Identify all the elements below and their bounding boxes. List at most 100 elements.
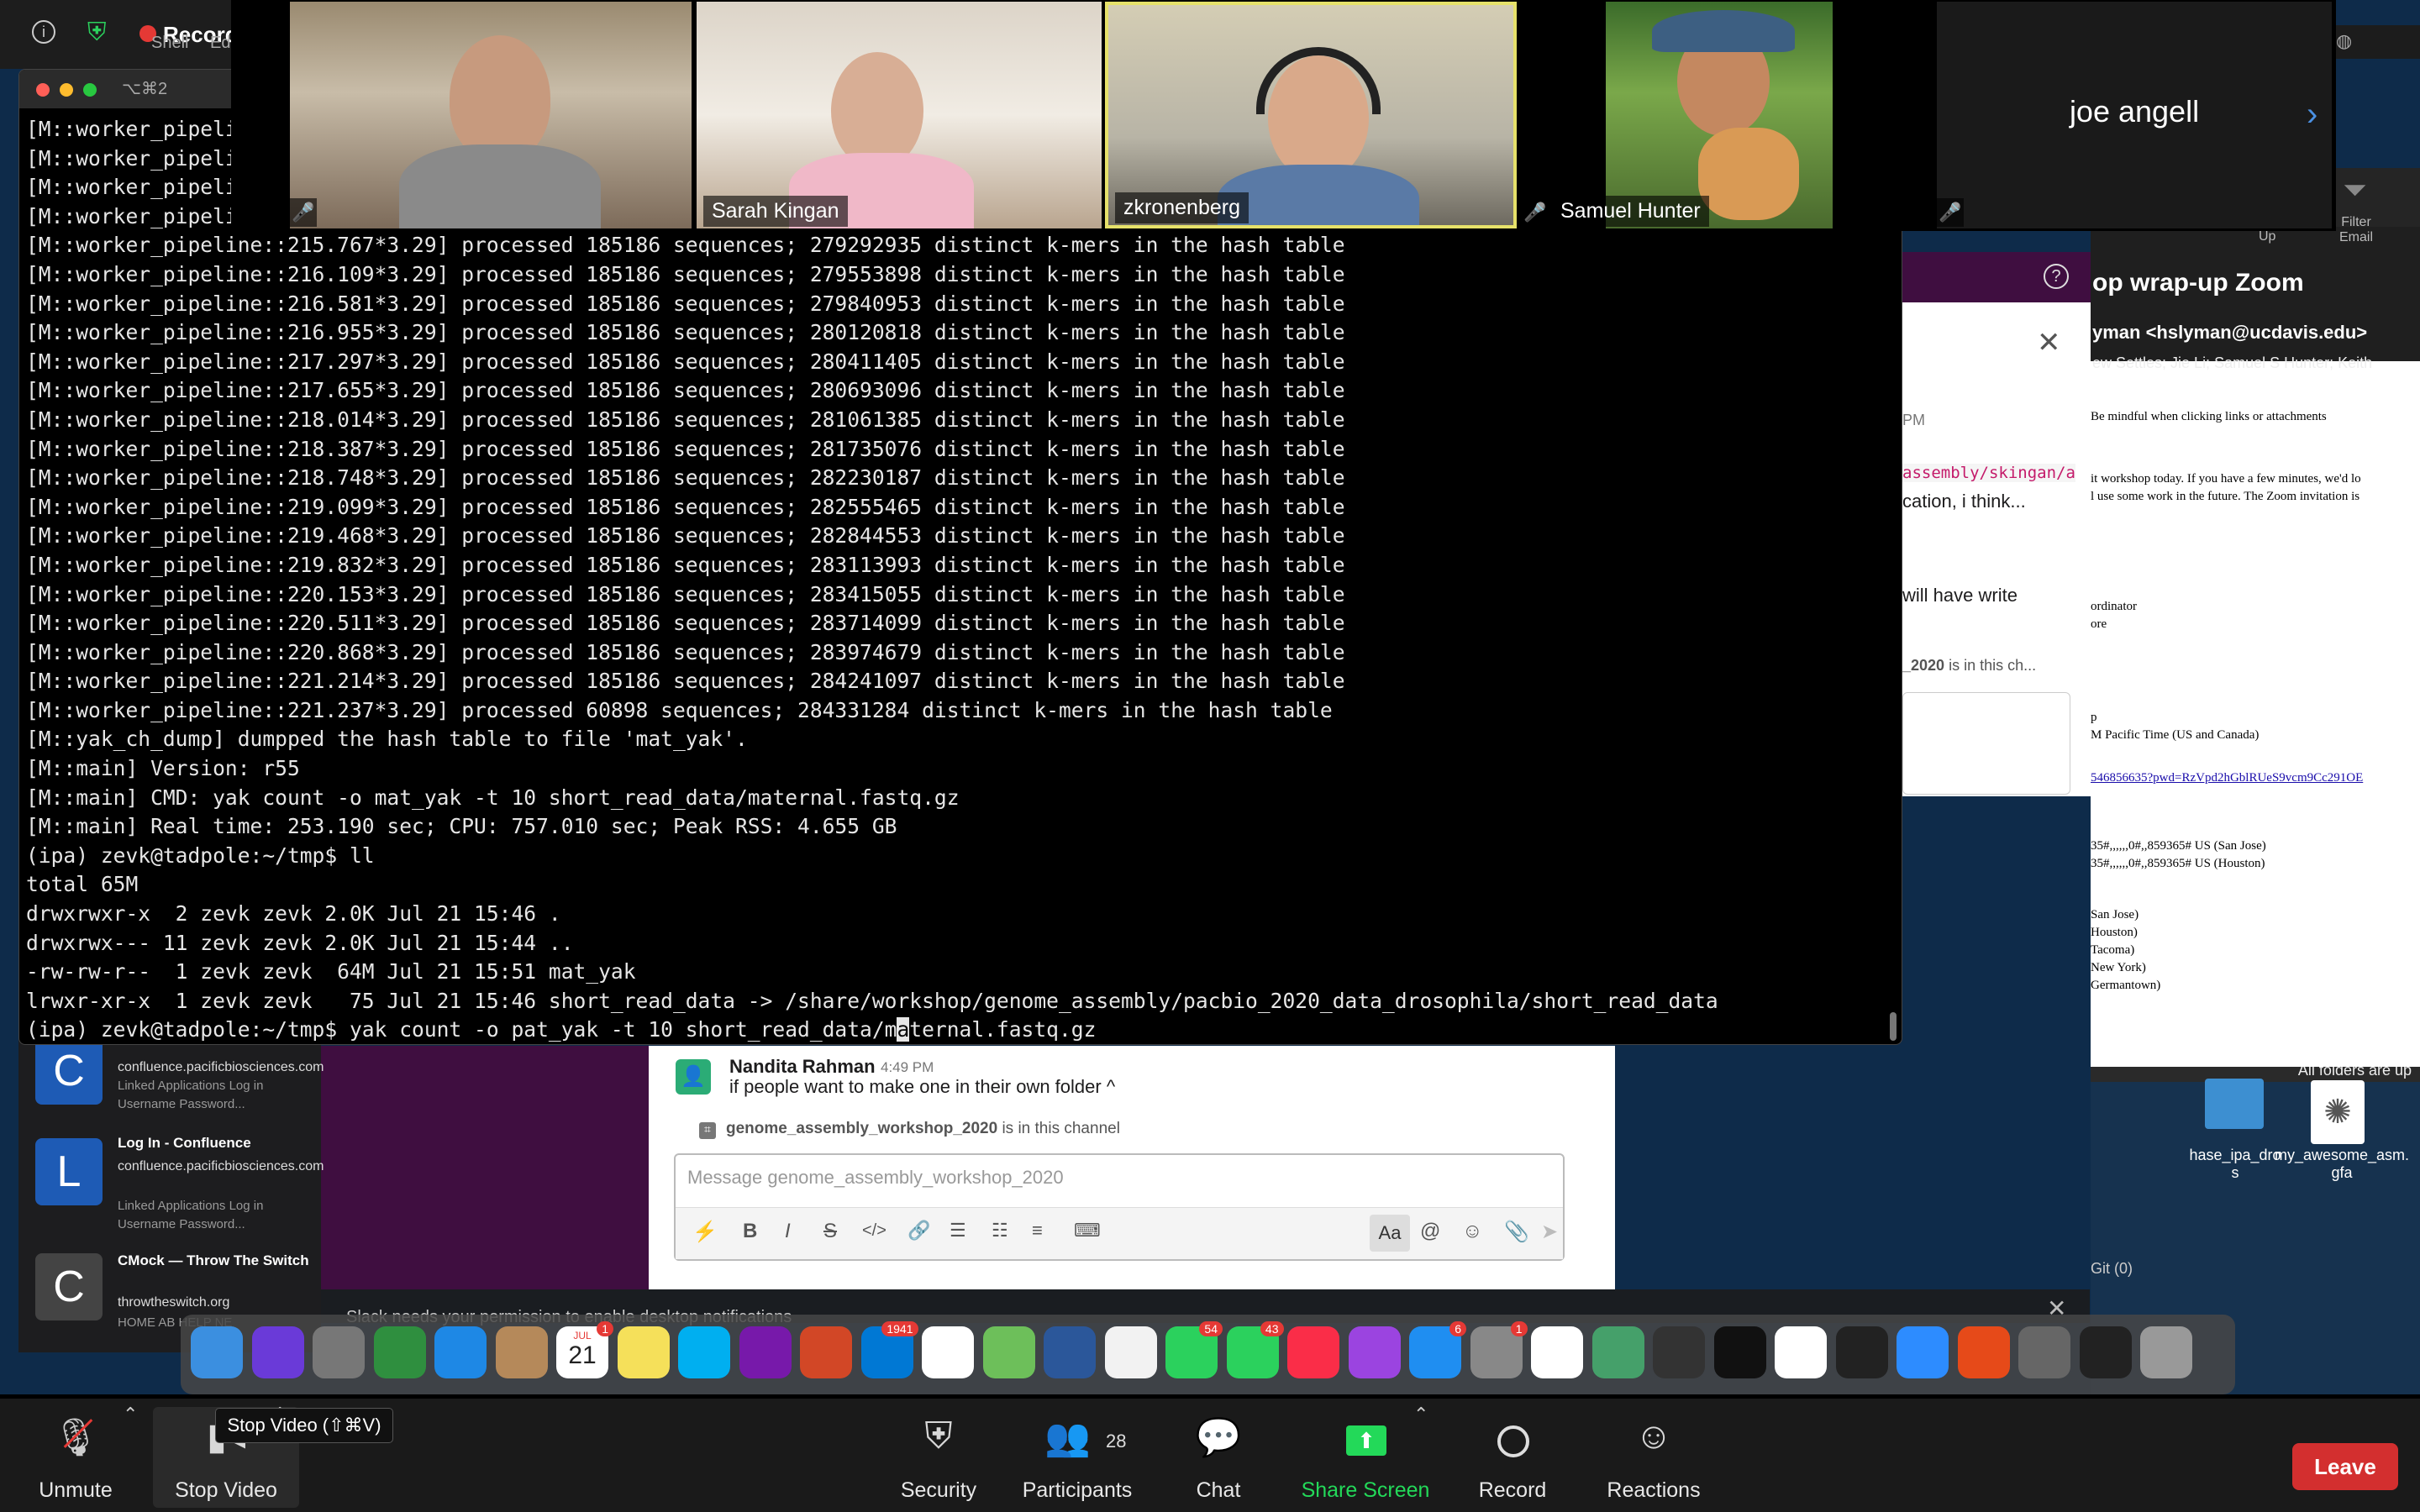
share-options-caret[interactable]: ⌃ [1413,1404,1428,1425]
confluence-icon[interactable]: C [35,1037,103,1105]
terminal-scrollbar[interactable] [1890,1012,1897,1041]
cmock-icon[interactable]: C [35,1253,103,1320]
bullet-list-icon[interactable]: ☷ [992,1220,1008,1242]
facetime-icon[interactable]: 43 [1226,1321,1284,1378]
screen-icon[interactable] [2079,1326,2132,1378]
send-icon[interactable]: ➤ [1541,1220,1558,1244]
help-icon[interactable]: ? [2044,264,2069,289]
finder-icon[interactable] [191,1326,243,1378]
launchpad-icon[interactable] [313,1326,365,1378]
filter-email-button[interactable]: Filter Email [2339,215,2373,245]
emoji-icon[interactable]: ☺ [1462,1220,1483,1243]
ordered-list-icon[interactable]: ☰ [950,1220,966,1242]
messages-icon[interactable]: 54 [1165,1321,1223,1378]
insomnia-icon[interactable] [2018,1326,2070,1378]
message-time[interactable]: 4:49 PM [881,1059,934,1076]
attach-icon[interactable]: 📎 [1504,1220,1529,1244]
video-tile[interactable]: joe angell 🎤 › [1937,2,2332,228]
zoom-icon[interactable] [1897,1326,1949,1378]
leave-meeting-button[interactable]: Leave [2292,1443,2398,1490]
codeblock-icon[interactable]: ⌨ [1074,1220,1101,1242]
code-icon[interactable]: </> [862,1221,886,1241]
archive-icon[interactable] [1957,1326,2010,1378]
thread-reply-box[interactable] [1902,692,2070,795]
menubar-item[interactable]: Ed [210,34,230,53]
history-item-title[interactable]: Log In - Confluence [118,1134,251,1152]
up-button[interactable]: Up [2259,229,2275,244]
safari-icon[interactable] [434,1326,487,1378]
appstore-icon[interactable]: 6 [1409,1321,1466,1378]
history-item-title[interactable]: CMock — Throw The Switch [118,1252,309,1270]
info-icon[interactable]: i [32,20,55,44]
zoom-window-button[interactable] [83,83,97,97]
contacts-icon[interactable] [495,1326,548,1378]
blockquote-icon[interactable]: ≡ [1032,1220,1043,1242]
record-button[interactable]: Record [1470,1407,1555,1508]
word-icon[interactable] [1044,1326,1096,1378]
strikethrough-icon[interactable]: S [823,1220,837,1243]
bbedit-icon[interactable] [1653,1326,1705,1378]
channel-name[interactable]: genome_assembly_workshop_2020 [726,1120,997,1137]
video-tile[interactable]: 🎤 [290,2,692,228]
reminders-icon[interactable] [922,1326,974,1378]
participants-button[interactable]: 👥 28 Participants [1018,1407,1136,1508]
terminal-line: [M::worker_pipeline::217.655*3.29] proce… [26,378,1345,403]
photos-icon[interactable] [1104,1326,1157,1378]
unmute-button[interactable]: 🎙 Unmute [25,1407,126,1508]
skype-icon[interactable] [678,1326,730,1378]
chrome-beta-icon[interactable] [373,1326,426,1378]
confluence-icon[interactable]: L [35,1138,103,1205]
channel-ref[interactable]: _2020 [1902,657,1944,674]
system-preferences-icon[interactable]: 1 [1470,1321,1528,1378]
maps-icon[interactable] [982,1326,1035,1378]
message-composer[interactable]: Message genome_assembly_workshop_2020 ⚡ … [674,1153,1565,1261]
terminal-icon[interactable] [1835,1326,1888,1378]
reactions-button[interactable]: ☺ Reactions [1605,1407,1702,1508]
format-toggle-button[interactable]: Aa [1370,1215,1410,1252]
next-page-icon[interactable]: › [2307,96,2317,134]
history-item-url[interactable]: confluence.pacificbiosciences.com [118,1058,324,1077]
composer-input[interactable]: Message genome_assembly_workshop_2020 [687,1167,1064,1189]
onenote-icon[interactable] [739,1326,792,1378]
audio-options-caret[interactable]: ⌃ [123,1404,138,1425]
close-window-button[interactable] [36,83,50,97]
music-icon[interactable] [1287,1326,1339,1378]
history-item-url[interactable]: confluence.pacificbiosciences.com [118,1158,324,1176]
message-author[interactable]: Nandita Rahman [729,1056,876,1078]
podcasts-icon[interactable] [1348,1326,1401,1378]
slack-icon[interactable] [1531,1326,1583,1378]
powerpoint-icon[interactable] [800,1326,852,1378]
trash-icon[interactable] [2140,1326,2192,1378]
menubar-item[interactable]: Shell [151,34,188,53]
history-item-url[interactable]: throwtheswitch.org [118,1294,311,1312]
mention-icon[interactable]: @ [1420,1220,1440,1243]
siri-icon[interactable] [251,1326,304,1378]
security-button[interactable]: ⛨ Security [892,1407,985,1508]
terminal-prompt-line[interactable]: (ipa) zevk@tadpole:~/tmp$ yak count -o p… [26,1016,1718,1044]
link-icon[interactable]: 🔗 [908,1220,930,1242]
filter-icon[interactable]: ⏷ [2343,172,2367,208]
notes-icon[interactable] [617,1326,670,1378]
video-tile-active-speaker[interactable]: zkronenberg [1105,2,1517,228]
gfa-file-icon[interactable]: ✺ [2311,1080,2365,1144]
activity-monitor-icon[interactable] [1713,1326,1766,1378]
gfa-file-label[interactable]: my_awesome_asm. gfa [2272,1147,2412,1182]
video-tile[interactable]: Sarah Kingan [697,2,1102,228]
thread-text: cation, i think... [1902,491,2026,512]
chat-button[interactable]: 💬 Chat [1176,1407,1260,1508]
close-thread-icon[interactable]: ✕ [2037,326,2061,360]
globe-icon[interactable]: ◍ [2336,30,2352,52]
folder-icon[interactable] [2205,1079,2264,1129]
atom-icon[interactable] [1591,1326,1644,1378]
bold-icon[interactable]: B [743,1220,757,1243]
chrome-icon[interactable] [1775,1326,1827,1378]
video-tile[interactable]: 🎤 Samuel Hunter [1522,2,1933,228]
shortcuts-icon[interactable]: ⚡ [692,1220,718,1244]
shield-icon[interactable]: ⛨ [87,18,107,47]
italic-icon[interactable]: I [785,1220,791,1243]
zoom-link[interactable]: 546856635?pwd=RzVpd2hGblRUeS9vcm9Cc291OE [2091,769,2420,787]
outlook-icon[interactable]: 1941 [860,1321,918,1378]
calendar-icon[interactable]: JUL 21 1 [556,1321,613,1378]
minimize-window-button[interactable] [60,83,73,97]
avatar[interactable]: 👤 [676,1059,711,1095]
